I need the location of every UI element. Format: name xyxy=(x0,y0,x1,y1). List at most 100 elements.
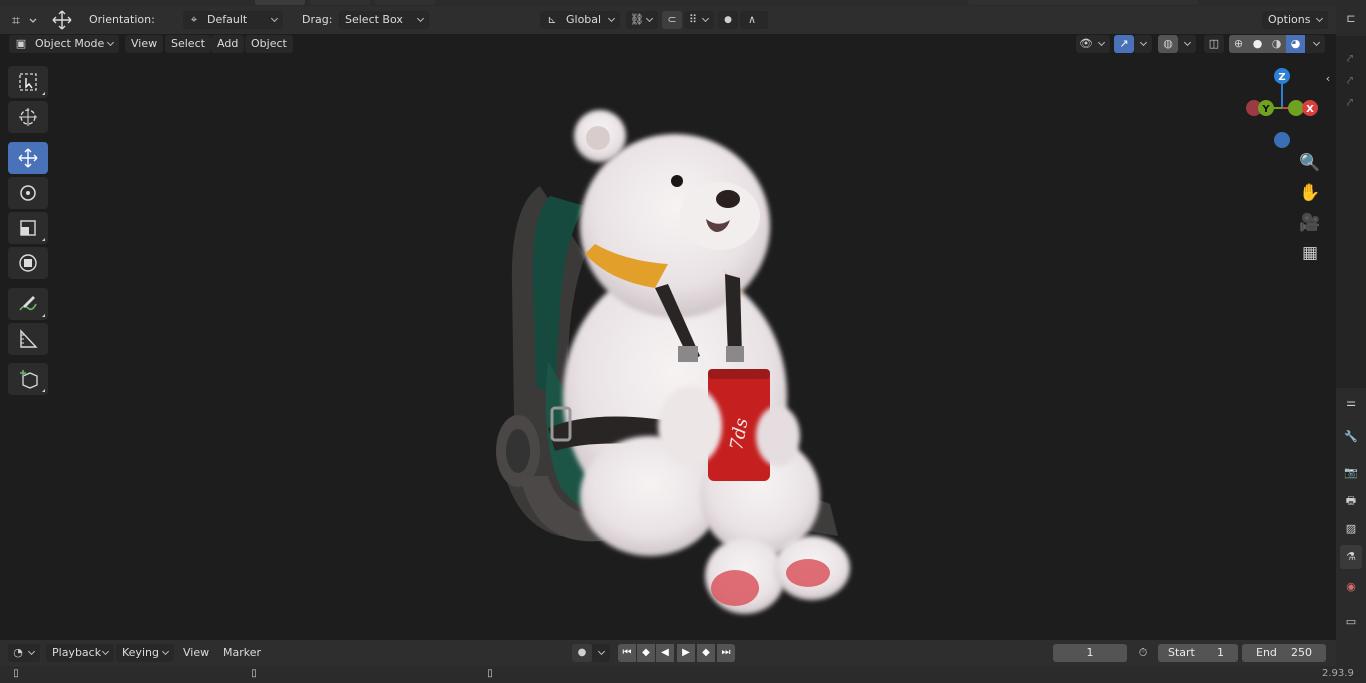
transform-tool[interactable] xyxy=(8,247,48,279)
frame-end-field[interactable]: End 250 xyxy=(1242,644,1326,662)
view-layer-icon[interactable]: ▨ xyxy=(1342,520,1360,538)
menu-view[interactable]: View xyxy=(125,35,164,53)
scale-tool[interactable] xyxy=(8,212,48,244)
shading-solid[interactable]: ● xyxy=(1248,35,1267,53)
drag-dropdown[interactable]: Select Box xyxy=(339,11,429,29)
rotate-icon xyxy=(20,185,36,201)
shading-wireframe[interactable]: ⊕ xyxy=(1229,35,1248,53)
falloff-dropdown[interactable]: ∧ xyxy=(740,11,768,29)
mode-value: Object Mode xyxy=(35,37,105,50)
transform-orientation-dropdown[interactable]: ⊾ Global xyxy=(540,11,620,29)
hand-icon[interactable]: ✋ xyxy=(1298,181,1322,205)
menu-select[interactable]: Select xyxy=(165,35,211,53)
end-value: 250 xyxy=(1291,646,1312,659)
overlay-toggle[interactable]: ◍ xyxy=(1158,35,1178,53)
play-button[interactable]: ▶ xyxy=(677,644,695,662)
zoom-icon[interactable]: 🔍 xyxy=(1298,151,1322,175)
editor-properties-icon[interactable]: ⚌ xyxy=(1342,394,1360,412)
axis-icon: ⊾ xyxy=(547,13,557,26)
scene-render: 7ds xyxy=(496,110,850,614)
proportional-toggle[interactable]: ● xyxy=(718,11,738,29)
stopwatch-icon[interactable]: ⏱ xyxy=(1134,644,1152,662)
current-frame-field[interactable]: 1 xyxy=(1053,644,1127,662)
shading-material[interactable]: ◑ xyxy=(1267,35,1286,53)
visibility-icon: 👁 xyxy=(1079,37,1093,50)
transform-orientation-value: Global xyxy=(566,13,602,26)
grid-icon[interactable]: ▦ xyxy=(1298,241,1322,265)
pin-icon[interactable]: ⤤ xyxy=(1340,50,1360,68)
jump-end-button[interactable]: ⏭ xyxy=(717,644,735,662)
workspace-tab[interactable] xyxy=(968,0,1198,5)
overlay-dropdown[interactable] xyxy=(1178,35,1196,53)
shading-dropdown[interactable] xyxy=(1305,35,1325,53)
visibility-dropdown[interactable]: 👁 xyxy=(1076,35,1110,53)
snap-target-icon: ⠿ xyxy=(688,13,698,26)
add-cube-tool[interactable] xyxy=(8,363,48,395)
camera-icon[interactable]: 🎥 xyxy=(1298,211,1322,235)
play-reverse-button[interactable]: ◀ xyxy=(656,644,674,662)
start-value: 1 xyxy=(1217,646,1224,659)
workspace-tab[interactable] xyxy=(310,0,370,5)
gizmo-dropdown[interactable] xyxy=(1134,35,1152,53)
prev-keyframe-icon: ◆ xyxy=(642,647,650,658)
viewport-header: ▣ Object Mode View Select Add Object 👁 ↗… xyxy=(0,34,1336,56)
workspace-tab[interactable] xyxy=(255,0,305,5)
pivot-dropdown[interactable]: ⛓ xyxy=(626,11,658,29)
jump-end-icon: ⏭ xyxy=(721,647,731,658)
annotate-tool[interactable] xyxy=(8,288,48,320)
falloff-icon: ∧ xyxy=(747,13,757,26)
timeline-editor-type[interactable]: ◔ xyxy=(8,644,40,662)
collection-icon[interactable]: ▭ xyxy=(1342,613,1360,631)
transform-icon xyxy=(19,254,37,272)
navigation-gizmo[interactable]: Z Y X xyxy=(1238,66,1328,156)
outliner-icon[interactable]: ⊏ xyxy=(1342,10,1360,28)
workspace-tab[interactable] xyxy=(375,0,435,5)
mouse-left-icon: ▯ xyxy=(13,668,19,679)
shading-solid-icon: ● xyxy=(1252,37,1263,50)
record-icon: ● xyxy=(577,647,587,658)
pivot-icon: ⛓ xyxy=(630,13,644,26)
3d-viewport[interactable]: 7ds Z Y X 🔍 ✋ 🎥 ▦ ‹ xyxy=(0,56,1336,638)
menu-keying[interactable]: Keying xyxy=(116,644,174,662)
menu-marker[interactable]: Marker xyxy=(217,644,267,662)
menu-playback[interactable]: Playback xyxy=(46,644,114,662)
transform-move-icon[interactable] xyxy=(50,9,74,37)
editor-type-icon[interactable]: ⌗ xyxy=(8,11,38,35)
frame-start-field[interactable]: Start 1 xyxy=(1158,644,1238,662)
measure-tool[interactable] xyxy=(8,323,48,355)
record-button[interactable]: ● xyxy=(572,644,592,662)
sidebar-toggle-icon[interactable]: ‹ xyxy=(1322,70,1334,88)
jump-start-button[interactable]: ⏮ xyxy=(618,644,636,662)
move-tool[interactable] xyxy=(8,142,48,174)
select-box-tool[interactable] xyxy=(8,66,48,98)
mode-dropdown[interactable]: ▣ Object Mode xyxy=(9,35,119,53)
keying-set-dropdown[interactable] xyxy=(592,644,610,662)
cursor-tool[interactable] xyxy=(8,101,48,133)
menu-object[interactable]: Object xyxy=(245,35,293,53)
snap-toggle[interactable]: ⊂ xyxy=(662,11,682,29)
jump-keyframe-prev-button[interactable]: ◆ xyxy=(637,644,655,662)
rotate-tool[interactable] xyxy=(8,177,48,209)
render-icon[interactable]: 📷 xyxy=(1342,464,1360,482)
snap-dropdown[interactable]: ⠿ xyxy=(684,11,714,29)
scene-icon[interactable]: ⚗ xyxy=(1340,545,1362,569)
drag-value: Select Box xyxy=(345,13,403,26)
end-label: End xyxy=(1256,646,1277,659)
shading-rendered-icon: ◕ xyxy=(1290,37,1301,50)
xray-toggle[interactable]: ◫ xyxy=(1204,35,1224,53)
output-icon[interactable]: 🖶 xyxy=(1342,492,1360,510)
gizmo-toggle[interactable]: ↗ xyxy=(1114,35,1134,53)
shading-rendered[interactable]: ◕ xyxy=(1286,35,1305,53)
jump-keyframe-next-button[interactable]: ◆ xyxy=(697,644,715,662)
menu-view[interactable]: View xyxy=(177,644,215,662)
pin-icon[interactable]: ⤤ xyxy=(1340,94,1360,112)
measure-icon xyxy=(20,329,38,348)
pin-icon[interactable]: ⤤ xyxy=(1340,72,1360,90)
options-dropdown[interactable]: Options xyxy=(1262,11,1328,29)
xray-icon: ◫ xyxy=(1208,37,1220,50)
add-cube-icon xyxy=(20,370,38,389)
orientation-dropdown[interactable]: ⌖ Default xyxy=(183,11,283,29)
world-icon[interactable]: ◉ xyxy=(1342,578,1360,596)
tool-icon[interactable]: 🔧 xyxy=(1342,428,1360,446)
menu-add[interactable]: Add xyxy=(211,35,245,53)
